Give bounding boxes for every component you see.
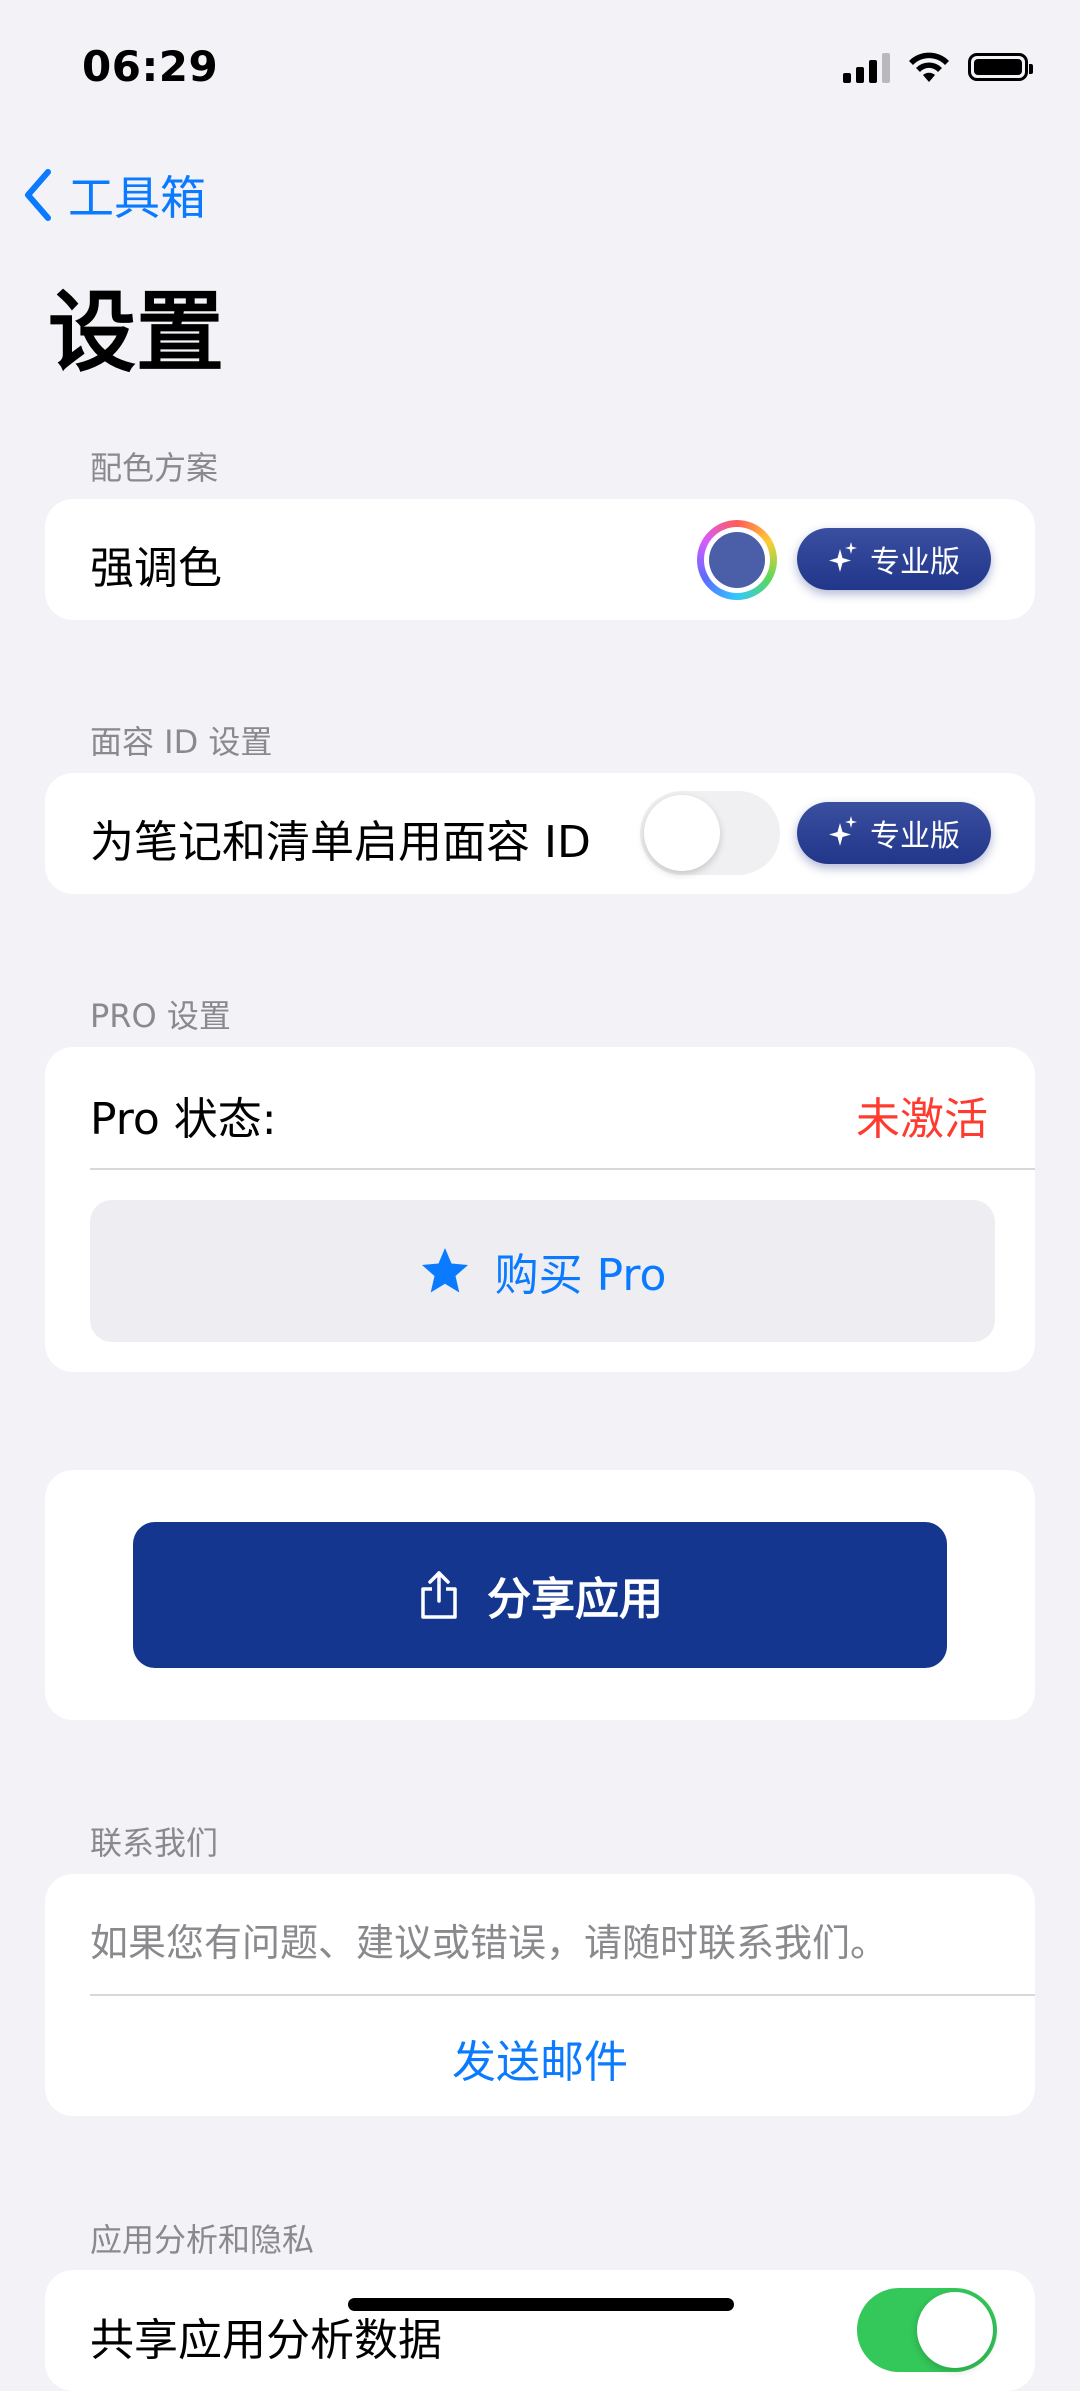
back-label: 工具箱 bbox=[68, 171, 206, 225]
share-app-label: 分享应用 bbox=[487, 1574, 663, 1625]
accent-color-picker[interactable] bbox=[697, 520, 777, 600]
send-email-button[interactable]: 发送邮件 bbox=[45, 2026, 1035, 2090]
pro-status-value: 未激活 bbox=[856, 1094, 988, 1145]
page-title: 设置 bbox=[48, 281, 225, 384]
sparkles-icon bbox=[829, 542, 857, 572]
section-header-contact: 联系我们 bbox=[90, 1824, 219, 1862]
accent-color-label: 强调色 bbox=[90, 543, 222, 594]
pro-badge-label: 专业版 bbox=[870, 545, 960, 580]
accent-color-swatch bbox=[709, 532, 765, 588]
chevron-left-icon bbox=[25, 169, 51, 221]
section-header-pro: PRO 设置 bbox=[90, 997, 231, 1035]
share-analytics-toggle[interactable] bbox=[857, 2288, 997, 2372]
wifi-icon bbox=[909, 52, 949, 82]
pro-badge-accent[interactable]: 专业版 bbox=[797, 528, 991, 590]
analytics-card: 共享应用分析数据 bbox=[45, 2270, 1035, 2391]
section-header-analytics: 应用分析和隐私 bbox=[90, 2221, 315, 2259]
share-app-button[interactable]: 分享应用 bbox=[133, 1522, 947, 1668]
share-card: 分享应用 bbox=[45, 1470, 1035, 1720]
status-time: 06:29 bbox=[82, 42, 219, 91]
divider bbox=[90, 1994, 1035, 1996]
home-indicator bbox=[348, 2298, 734, 2311]
section-header-color-scheme: 配色方案 bbox=[90, 449, 219, 487]
section-header-face-id: 面容 ID 设置 bbox=[90, 723, 273, 761]
divider bbox=[90, 1168, 1035, 1170]
face-id-toggle[interactable] bbox=[640, 791, 780, 875]
share-analytics-label: 共享应用分析数据 bbox=[90, 2315, 442, 2366]
cellular-signal-icon bbox=[843, 51, 890, 83]
star-icon bbox=[421, 1248, 468, 1293]
buy-pro-button[interactable]: 购买 Pro bbox=[90, 1200, 995, 1342]
sparkles-icon bbox=[829, 816, 857, 846]
pro-badge-face-id[interactable]: 专业版 bbox=[797, 802, 991, 864]
back-button[interactable]: 工具箱 bbox=[22, 162, 206, 228]
pro-card: Pro 状态: 未激活 购买 Pro bbox=[45, 1047, 1035, 1372]
pro-status-label: Pro 状态: bbox=[90, 1094, 277, 1145]
share-icon bbox=[421, 1571, 457, 1619]
buy-pro-label: 购买 Pro bbox=[494, 1250, 667, 1301]
color-scheme-card: 强调色 专业版 bbox=[45, 499, 1035, 620]
battery-icon bbox=[968, 53, 1033, 81]
contact-card: 如果您有问题、建议或错误，请随时联系我们。 发送邮件 bbox=[45, 1874, 1035, 2116]
face-id-toggle-label: 为笔记和清单启用面容 ID bbox=[90, 817, 591, 868]
status-icons bbox=[843, 50, 1033, 84]
contact-description: 如果您有问题、建议或错误，请随时联系我们。 bbox=[90, 1921, 889, 1965]
pro-badge-label: 专业版 bbox=[870, 819, 960, 854]
face-id-card: 为笔记和清单启用面容 ID 专业版 bbox=[45, 773, 1035, 894]
